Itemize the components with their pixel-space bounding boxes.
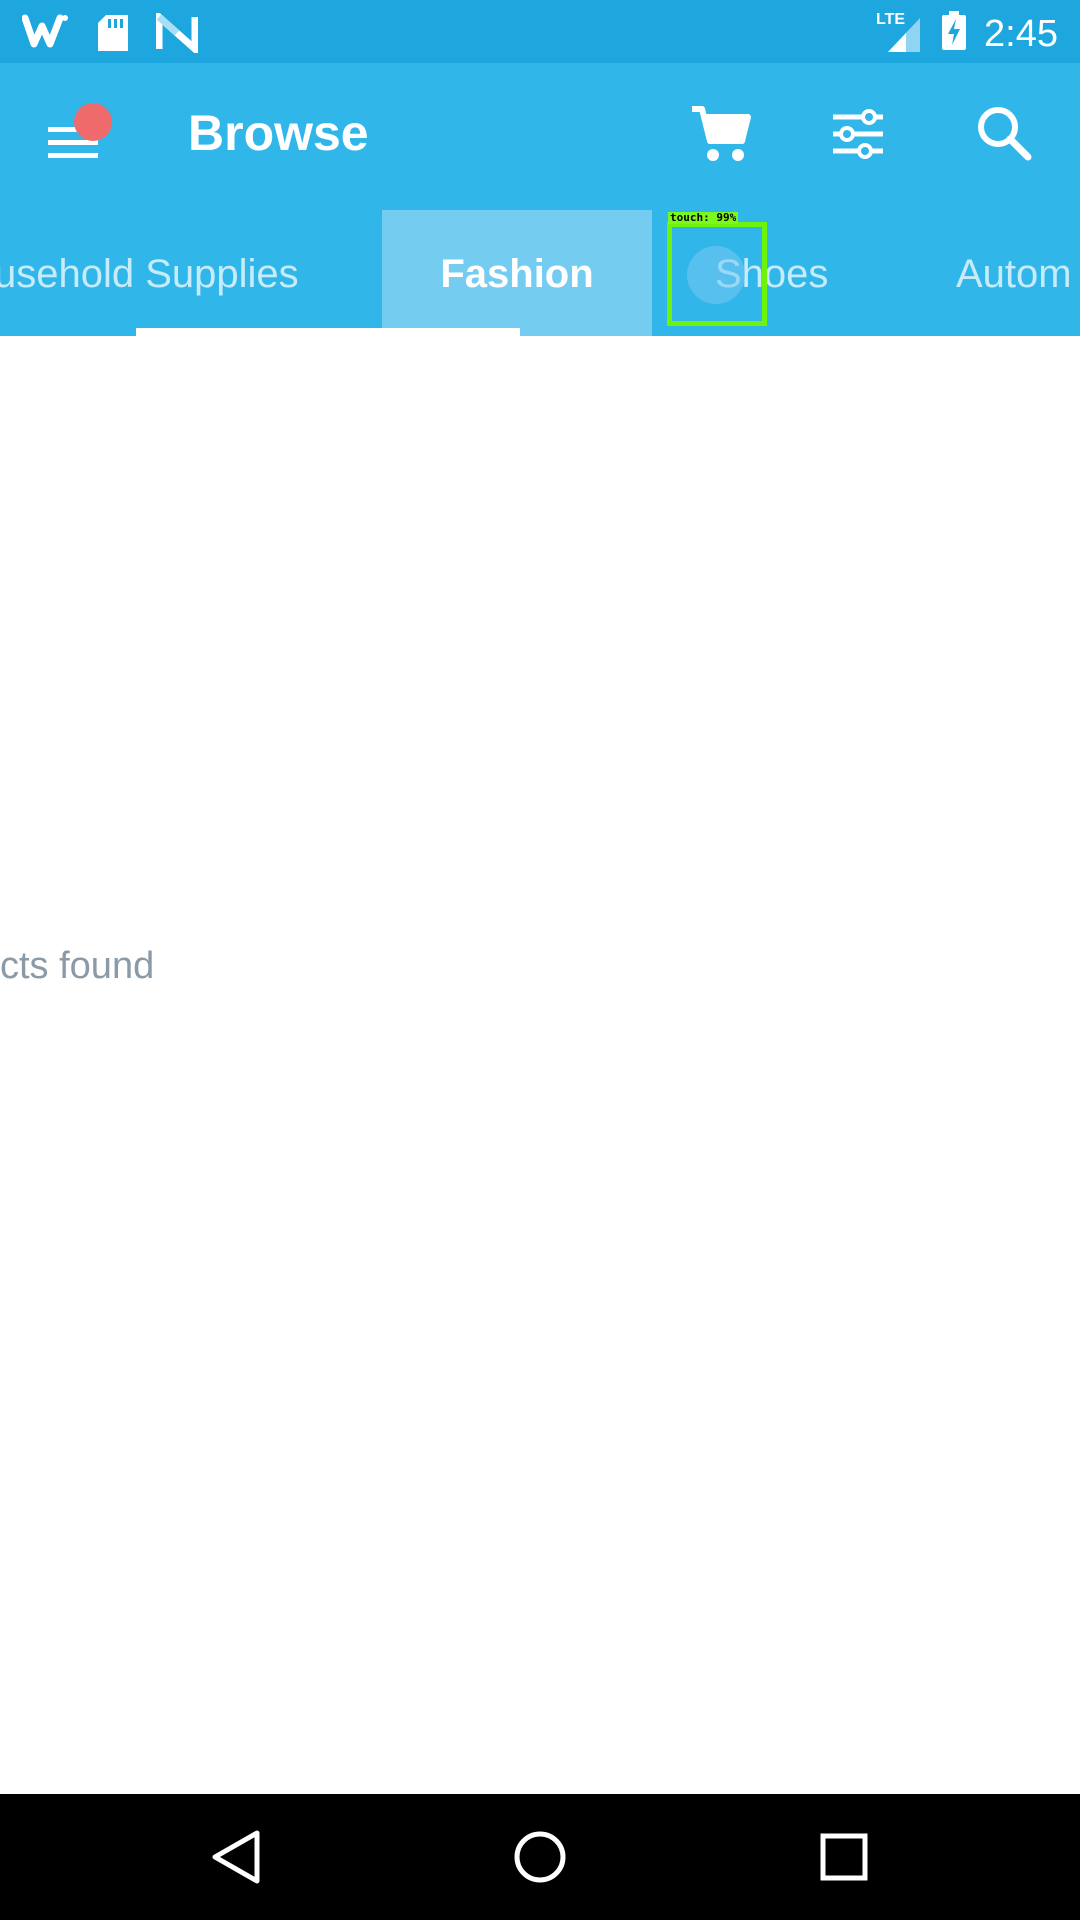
- navigation-bar: [0, 1794, 1080, 1920]
- recents-icon: [820, 1833, 868, 1881]
- back-icon: [212, 1830, 260, 1884]
- back-button[interactable]: [203, 1824, 269, 1890]
- lte-signal-icon: LTE: [876, 8, 924, 59]
- tab-fashion[interactable]: Fashion: [382, 210, 652, 336]
- cart-icon: [692, 106, 751, 161]
- tab-automotive[interactable]: Autom: [956, 210, 1072, 336]
- menu-button[interactable]: [38, 103, 112, 173]
- category-tabs: usehold Supplies Fashion Shoes Autom: [0, 210, 1080, 336]
- app-bar: Browse: [0, 63, 1080, 210]
- home-button[interactable]: [507, 1824, 573, 1890]
- wish-app-icon: [21, 10, 70, 60]
- filter-button[interactable]: [825, 101, 891, 167]
- home-icon: [514, 1831, 566, 1883]
- clock: 2:45: [984, 12, 1058, 55]
- battery-charging-icon: [940, 11, 968, 56]
- n-notification-icon: [155, 8, 199, 58]
- touch-highlight-box: [667, 222, 767, 326]
- empty-state-message: cts found: [0, 945, 155, 987]
- svg-text:LTE: LTE: [876, 11, 905, 28]
- filter-icon: [833, 109, 883, 159]
- cart-button[interactable]: [688, 101, 754, 167]
- search-button[interactable]: [972, 101, 1038, 167]
- active-tab-indicator: [136, 328, 520, 336]
- sd-card-icon: [96, 13, 130, 58]
- search-icon: [978, 107, 1032, 161]
- status-bar: LTE 2:45: [0, 0, 1080, 63]
- tab-household-supplies[interactable]: usehold Supplies: [0, 210, 299, 336]
- page-title: Browse: [188, 105, 369, 161]
- notification-dot: [74, 103, 112, 141]
- recents-button[interactable]: [811, 1824, 877, 1890]
- touch-label: touch: 99%: [668, 211, 739, 224]
